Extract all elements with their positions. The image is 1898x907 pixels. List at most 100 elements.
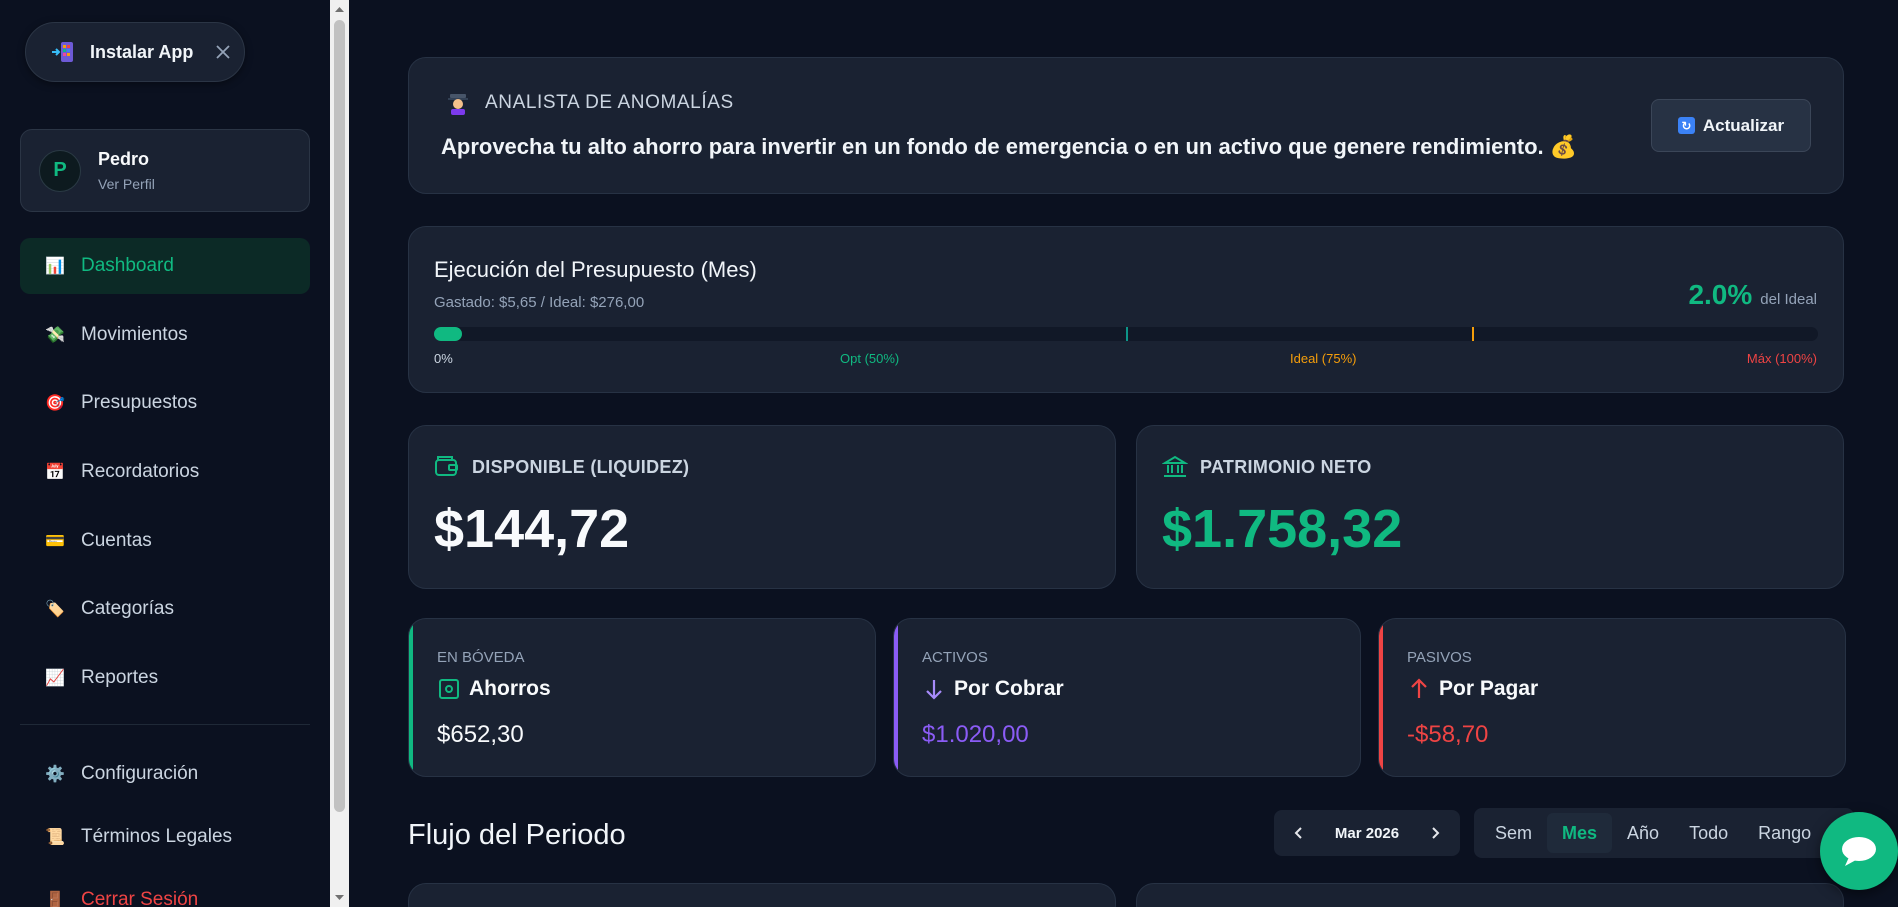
sidebar-item-categorias[interactable]: 🏷️ Categorías bbox=[20, 581, 310, 637]
receivables-title: Por Cobrar bbox=[954, 677, 1064, 700]
sidebar-item-label: Configuración bbox=[81, 763, 199, 784]
flow-card-left bbox=[408, 883, 1116, 907]
sidebar-item-dashboard[interactable]: 📊 Dashboard bbox=[20, 238, 310, 294]
sidebar: Instalar App P Pedro Ver Perfil 📊 Dashbo… bbox=[0, 0, 330, 907]
sidebar-item-presupuestos[interactable]: 🎯 Presupuestos bbox=[20, 375, 310, 431]
credit-card-icon: 💳 bbox=[45, 533, 65, 550]
arrow-up-icon bbox=[1407, 677, 1431, 701]
gear-icon: ⚙️ bbox=[45, 766, 65, 783]
door-icon: 🚪 bbox=[45, 892, 65, 907]
period-navigator: Mar 2026 bbox=[1274, 810, 1460, 856]
install-app-label: Instalar App bbox=[90, 41, 194, 62]
view-profile-link[interactable]: Ver Perfil bbox=[98, 176, 155, 192]
anomaly-title: ANALISTA DE ANOMALÍAS bbox=[485, 92, 734, 113]
available-value: $144,72 bbox=[434, 499, 630, 559]
opt-marker bbox=[1126, 327, 1128, 341]
budget-progress-track bbox=[434, 327, 1818, 341]
trend-chart-icon: 📈 bbox=[45, 670, 65, 687]
range-rango[interactable]: Rango bbox=[1743, 813, 1826, 853]
net-worth-value: $1.758,32 bbox=[1162, 499, 1403, 559]
profile-card[interactable]: P Pedro Ver Perfil bbox=[20, 129, 310, 212]
anomaly-analyst-card: ANALISTA DE ANOMALÍAS Aprovecha tu alto … bbox=[408, 57, 1844, 194]
money-wings-icon: 💸 bbox=[45, 327, 65, 344]
sidebar-scrollbar[interactable] bbox=[330, 0, 349, 907]
payables-title: Por Pagar bbox=[1439, 677, 1539, 700]
sidebar-item-label: Movimientos bbox=[81, 324, 188, 345]
sidebar-item-movimientos[interactable]: 💸 Movimientos bbox=[20, 307, 310, 363]
budget-percent: 2.0% bbox=[1688, 279, 1753, 310]
wallet-icon bbox=[434, 454, 460, 480]
budget-title: Ejecución del Presupuesto (Mes) bbox=[434, 257, 757, 282]
scale-ideal: Ideal (75%) bbox=[1290, 351, 1357, 366]
sidebar-item-cuentas[interactable]: 💳 Cuentas bbox=[20, 513, 310, 569]
refresh-icon: ↻ bbox=[1677, 117, 1695, 134]
chat-button[interactable] bbox=[1820, 812, 1898, 890]
ideal-marker bbox=[1472, 327, 1474, 341]
range-selector: Sem Mes Año Todo Rango bbox=[1474, 808, 1854, 858]
profile-name: Pedro bbox=[98, 149, 150, 169]
payables-kicker: PASIVOS bbox=[1407, 649, 1472, 666]
scroll-up-arrow-icon[interactable] bbox=[334, 4, 345, 15]
budget-execution-card: Ejecución del Presupuesto (Mes) Gastado:… bbox=[408, 226, 1844, 393]
range-todo[interactable]: Todo bbox=[1674, 813, 1743, 853]
detective-icon bbox=[445, 90, 471, 116]
sidebar-item-label: Términos Legales bbox=[81, 826, 233, 847]
sidebar-item-cerrar-sesion[interactable]: 🚪 Cerrar Sesión bbox=[20, 872, 310, 907]
receivables-kicker: ACTIVOS bbox=[922, 649, 988, 666]
scroll-down-arrow-icon[interactable] bbox=[334, 892, 345, 903]
install-app-icon bbox=[50, 39, 76, 65]
sidebar-item-label: Reportes bbox=[81, 667, 159, 688]
payables-value: -$58,70 bbox=[1407, 721, 1489, 748]
target-icon: 🎯 bbox=[45, 395, 65, 412]
savings-value: $652,30 bbox=[437, 721, 524, 748]
sidebar-item-label: Cuentas bbox=[81, 530, 152, 551]
period-label: Mar 2026 bbox=[1334, 824, 1400, 842]
net-worth-label: PATRIMONIO NETO bbox=[1200, 456, 1372, 477]
range-ano[interactable]: Año bbox=[1612, 813, 1674, 853]
install-app-pill[interactable]: Instalar App bbox=[25, 22, 245, 82]
sidebar-item-recordatorios[interactable]: 📅 Recordatorios bbox=[20, 444, 310, 500]
calendar-icon: 📅 bbox=[45, 464, 65, 481]
avatar: P bbox=[39, 149, 81, 192]
budget-percent-suffix: del Ideal bbox=[1760, 291, 1817, 308]
safe-icon bbox=[437, 677, 461, 701]
chat-bubble-icon bbox=[1842, 837, 1876, 866]
chart-icon: 📊 bbox=[45, 258, 65, 275]
savings-kicker: EN BÓVEDA bbox=[437, 649, 525, 666]
tag-icon: 🏷️ bbox=[45, 601, 65, 618]
receivables-value: $1.020,00 bbox=[922, 721, 1029, 748]
arrow-down-icon bbox=[922, 677, 946, 701]
refresh-button[interactable]: ↻ Actualizar bbox=[1651, 99, 1811, 152]
sidebar-item-terminos-legales[interactable]: 📜 Términos Legales bbox=[20, 809, 310, 865]
chevron-right-icon[interactable] bbox=[1424, 822, 1446, 844]
close-icon[interactable] bbox=[213, 42, 233, 62]
refresh-label: Actualizar bbox=[1702, 115, 1785, 135]
receivables-card[interactable]: ACTIVOS Por Cobrar $1.020,00 bbox=[893, 618, 1361, 777]
range-mes[interactable]: Mes bbox=[1547, 813, 1613, 853]
sidebar-item-label: Recordatorios bbox=[81, 461, 200, 482]
flow-title: Flujo del Periodo bbox=[408, 819, 626, 851]
net-worth-card: PATRIMONIO NETO $1.758,32 bbox=[1136, 425, 1844, 589]
scrollbar-thumb[interactable] bbox=[334, 20, 345, 812]
sidebar-item-label: Cerrar Sesión bbox=[81, 889, 199, 907]
range-sem[interactable]: Sem bbox=[1480, 813, 1547, 853]
savings-accent-bar bbox=[409, 619, 413, 776]
anomaly-message: Aprovecha tu alto ahorro para invertir e… bbox=[441, 134, 1578, 159]
sidebar-item-reportes[interactable]: 📈 Reportes bbox=[20, 650, 310, 706]
budget-progress-fill bbox=[434, 327, 462, 341]
sidebar-item-label: Presupuestos bbox=[81, 392, 198, 413]
payables-card[interactable]: PASIVOS Por Pagar -$58,70 bbox=[1378, 618, 1846, 777]
scale-opt: Opt (50%) bbox=[840, 351, 900, 366]
flow-card-right bbox=[1136, 883, 1844, 907]
sidebar-item-label: Dashboard bbox=[81, 255, 174, 276]
savings-card[interactable]: EN BÓVEDA Ahorros $652,30 bbox=[408, 618, 876, 777]
scale-max: Máx (100%) bbox=[1746, 351, 1817, 366]
available-label: DISPONIBLE (LIQUIDEZ) bbox=[472, 456, 690, 477]
bank-icon bbox=[1161, 454, 1189, 480]
sidebar-divider bbox=[20, 724, 310, 725]
available-liquidity-card: DISPONIBLE (LIQUIDEZ) $144,72 bbox=[408, 425, 1116, 589]
sidebar-item-label: Categorías bbox=[81, 598, 174, 619]
savings-title: Ahorros bbox=[469, 677, 551, 700]
chevron-left-icon[interactable] bbox=[1288, 822, 1310, 844]
sidebar-item-configuracion[interactable]: ⚙️ Configuración bbox=[20, 746, 310, 802]
